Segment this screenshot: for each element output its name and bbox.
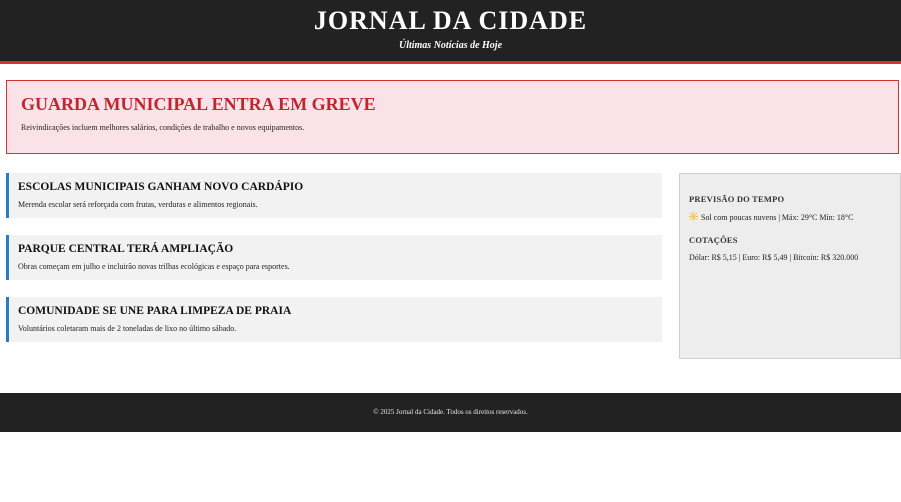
article-title[interactable]: COMUNIDADE SE UNE PARA LIMPEZA DE PRAIA <box>18 305 291 317</box>
weather-text: Sol com poucas nuvens | Máx: 29°C Mín: 1… <box>701 213 854 222</box>
article-card[interactable]: ESCOLAS MUNICIPAIS GANHAM NOVO CARDÁPIO … <box>6 173 662 218</box>
article-title[interactable]: PARQUE CENTRAL TERÁ AMPLIAÇÃO <box>18 243 233 255</box>
article-card[interactable]: PARQUE CENTRAL TERÁ AMPLIAÇÃO Obras come… <box>6 235 662 280</box>
weather-heading: PREVISÃO DO TEMPO <box>689 194 785 204</box>
article-card[interactable]: COMUNIDADE SE UNE PARA LIMPEZA DE PRAIA … <box>6 297 662 342</box>
quotes-heading: COTAÇÕES <box>689 235 738 245</box>
sun-icon <box>689 212 698 221</box>
breaking-headline[interactable]: GUARDA MUNICIPAL ENTRA EM GREVE <box>21 94 376 115</box>
breaking-summary: Reivindicações incluem melhores salários… <box>21 123 305 132</box>
sidebar: PREVISÃO DO TEMPO Sol com poucas nuvens … <box>679 173 901 359</box>
article-title[interactable]: ESCOLAS MUNICIPAIS GANHAM NOVO CARDÁPIO <box>18 181 303 193</box>
site-subtitle: Últimas Notícias de Hoje <box>398 40 503 51</box>
breaking-news-banner[interactable]: GUARDA MUNICIPAL ENTRA EM GREVE Reivindi… <box>6 80 899 154</box>
quotes-text: Dólar: R$ 5,15 | Euro: R$ 5,49 | Bitcoin… <box>689 253 859 262</box>
article-summary: Voluntários coletaram mais de 2 tonelada… <box>18 324 237 333</box>
weather-forecast: Sol com poucas nuvens | Máx: 29°C Mín: 1… <box>689 212 853 222</box>
footer: © 2025 Jornal da Cidade. Todos os direit… <box>0 393 901 432</box>
site-title[interactable]: JORNAL DA CIDADE <box>0 6 901 36</box>
copyright-text: © 2025 Jornal da Cidade. Todos os direit… <box>373 408 528 416</box>
article-summary: Obras começam em julho e incluirão novas… <box>18 262 290 271</box>
masthead: JORNAL DA CIDADE Últimas Notícias de Hoj… <box>0 0 901 64</box>
article-summary: Merenda escolar será reforçada com fruta… <box>18 200 258 209</box>
